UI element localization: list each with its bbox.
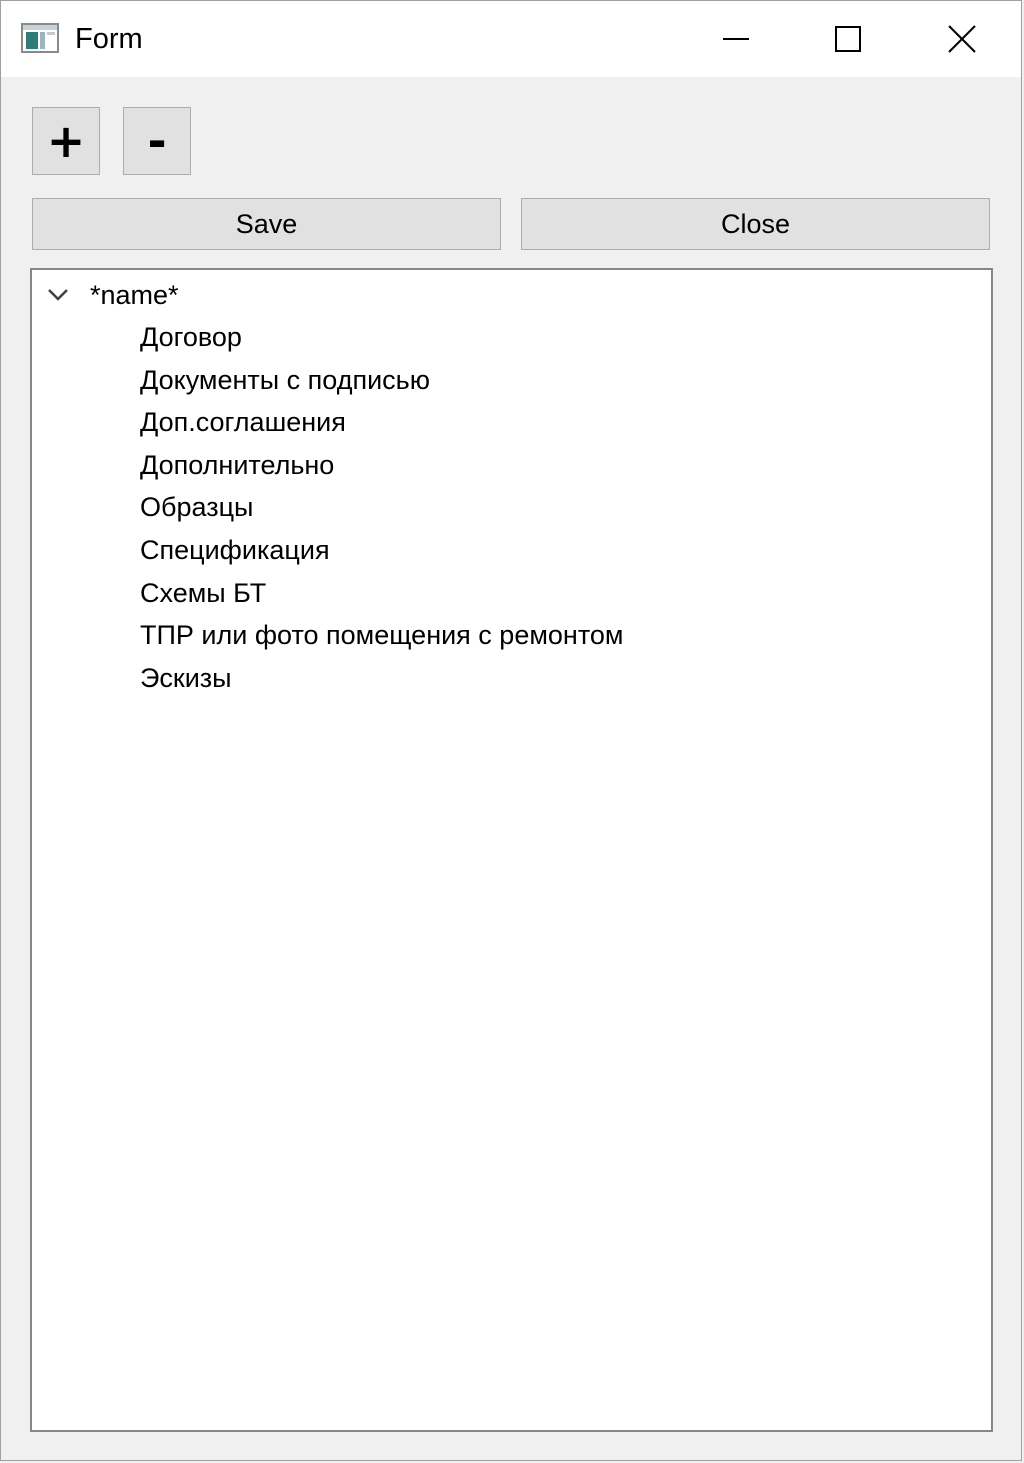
tree-root-label: *name* (90, 279, 179, 310)
tree-item[interactable]: Схемы БТ (140, 572, 623, 615)
tree-item[interactable]: Дополнительно (140, 444, 623, 487)
tree-item[interactable]: Доп.соглашения (140, 401, 623, 444)
tree-item[interactable]: Образцы (140, 486, 623, 529)
add-button[interactable]: + (32, 107, 100, 175)
remove-button[interactable]: - (123, 107, 191, 175)
minimize-icon (723, 38, 749, 40)
title-bar[interactable]: Form (1, 1, 1021, 77)
tree-item[interactable]: ТПР или фото помещения с ремонтом (140, 614, 623, 657)
form-app-icon (21, 23, 59, 53)
tree-root-item[interactable]: *name* (44, 274, 179, 316)
tree-view[interactable]: *name* Договор Документы с подписью Доп.… (30, 268, 993, 1432)
form-window: Form + - Save Close *name* Договор Докум… (0, 0, 1022, 1461)
maximize-button[interactable] (793, 1, 903, 77)
tree-item[interactable]: Спецификация (140, 529, 623, 572)
maximize-icon (835, 26, 861, 52)
minimize-button[interactable] (681, 1, 791, 77)
close-button[interactable]: Close (521, 198, 990, 250)
chevron-down-icon[interactable] (44, 281, 72, 309)
close-icon (948, 25, 976, 53)
tree-children: Договор Документы с подписью Доп.соглаше… (140, 316, 623, 699)
tree-item[interactable]: Эскизы (140, 657, 623, 700)
tree-item[interactable]: Договор (140, 316, 623, 359)
window-title: Form (75, 23, 143, 55)
close-window-button[interactable] (907, 1, 1017, 77)
save-button[interactable]: Save (32, 198, 501, 250)
tree-item[interactable]: Документы с подписью (140, 359, 623, 402)
